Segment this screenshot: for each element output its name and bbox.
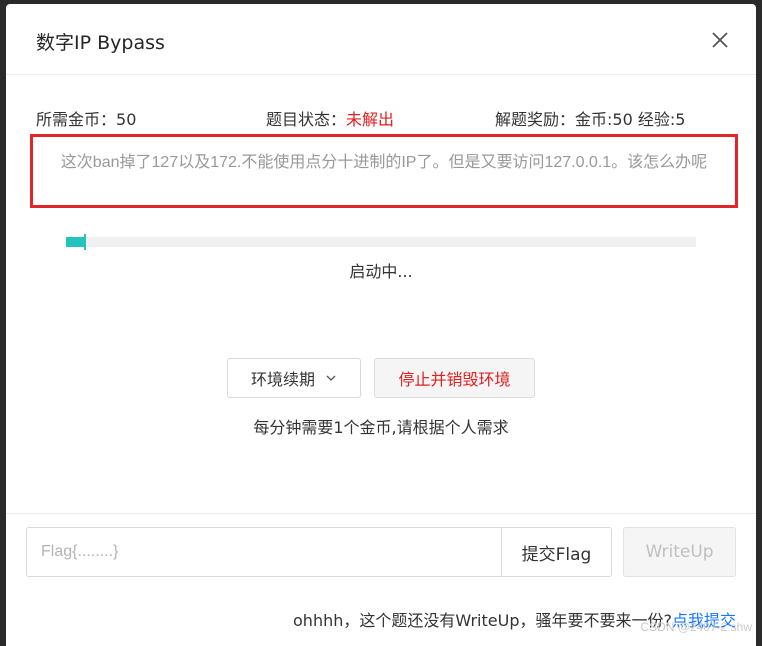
status-label: 题目状态：	[266, 110, 347, 129]
modal-header: 数字IP Bypass	[6, 4, 756, 75]
writeup-label: WriteUp	[645, 542, 714, 562]
flag-input[interactable]	[26, 527, 502, 577]
writeup-button[interactable]: WriteUp	[623, 527, 736, 577]
footer-divider	[6, 513, 756, 514]
cost-info: 所需金币：50	[36, 106, 136, 130]
challenge-description: 这次ban掉了127以及172.不能使用点分十进制的IP了。但是又要访问127.…	[60, 154, 708, 171]
cost-note: 每分钟需要1个金币,请根据个人需求	[253, 418, 509, 437]
status-badge: 未解出	[346, 110, 395, 129]
reward-info: 解题奖励：金币:50 经验:5	[495, 106, 685, 130]
stop-destroy-label: 停止并销毁环境	[398, 370, 511, 389]
cost-value: 50	[116, 110, 137, 129]
reward-label: 解题奖励：	[495, 110, 576, 129]
submit-flag-button[interactable]: 提交Flag	[501, 527, 612, 577]
submit-flag-label: 提交Flag	[521, 544, 592, 565]
description-box: 这次ban掉了127以及172.不能使用点分十进制的IP了。但是又要访问127.…	[30, 134, 738, 208]
progress-status: 启动中...	[349, 262, 413, 281]
modal-title: 数字IP Bypass	[36, 32, 165, 54]
reward-value: 金币:50 经验:5	[575, 110, 686, 129]
watermark: CSDN @2407-2 shw	[640, 620, 752, 634]
status-info: 题目状态：未解出	[266, 106, 394, 130]
cost-label: 所需金币：	[36, 110, 117, 129]
writeup-prompt-text: ohhhh，这个题还没有WriteUp，骚年要不要来一份?	[293, 611, 672, 630]
close-icon[interactable]	[708, 28, 732, 52]
challenge-modal: 数字IP Bypass 所需金币：50 题目状态：未解出 解题奖励：金币:50 …	[6, 4, 756, 646]
progress-bar	[66, 234, 696, 250]
progress-cursor	[83, 234, 86, 250]
renew-env-button[interactable]: 环境续期	[227, 358, 361, 398]
progress-fill	[66, 237, 85, 247]
renew-env-label: 环境续期	[250, 370, 315, 389]
stop-destroy-button[interactable]: 停止并销毁环境	[374, 358, 535, 398]
chevron-down-icon	[326, 375, 336, 381]
